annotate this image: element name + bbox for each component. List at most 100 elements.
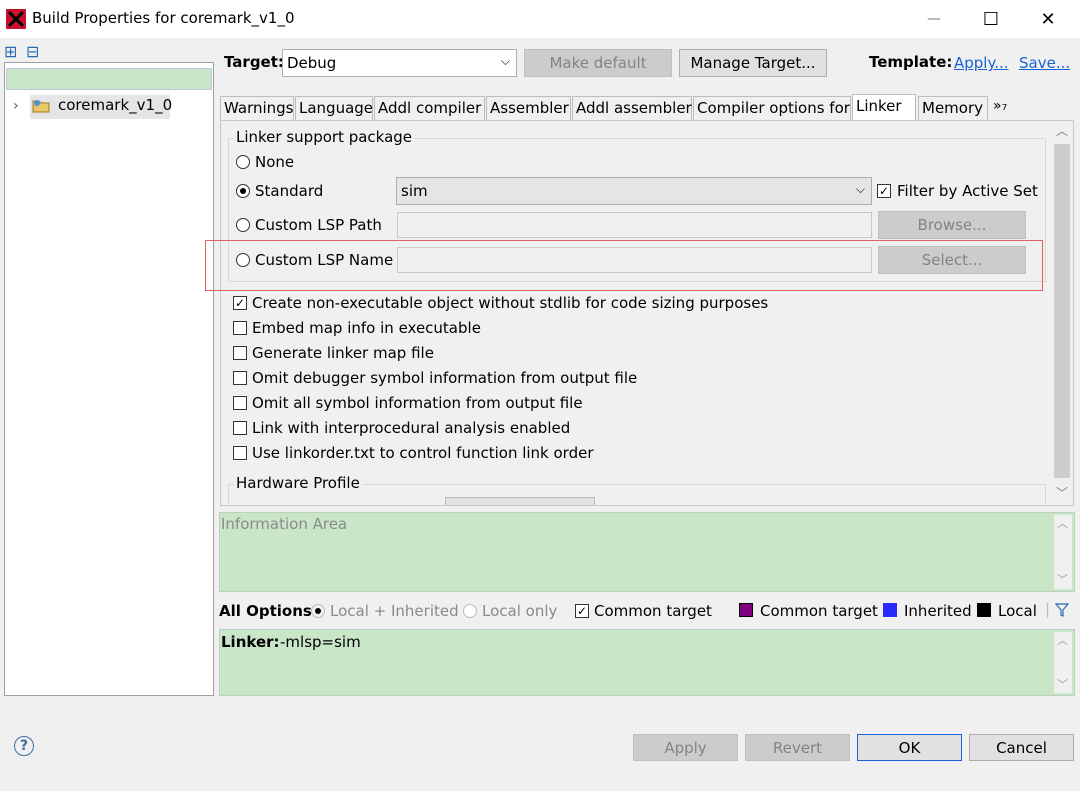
standard-label: Standard [255, 182, 324, 200]
scroll-thumb[interactable] [1054, 144, 1070, 478]
window-title: Build Properties for coremark_v1_0 [32, 9, 295, 27]
option-label: Omit all symbol information from output … [252, 394, 583, 412]
title-bar: Build Properties for coremark_v1_0 — ☐ ✕ [0, 0, 1080, 38]
filter-active-set-checkbox[interactable]: ✓ [877, 184, 891, 198]
apply-template-link[interactable]: Apply... [954, 54, 1009, 72]
option-checkbox[interactable] [233, 321, 247, 335]
manage-target-button[interactable]: Manage Target... [679, 49, 827, 77]
common-target-checkbox[interactable]: ✓ [575, 604, 589, 618]
option-label: Create non-executable object without std… [252, 294, 769, 312]
option-label: Generate linker map file [252, 344, 434, 362]
option-label: Use linkorder.txt to control function li… [252, 444, 594, 462]
command-line-area[interactable]: Linker: -mlsp=sim ︿ ﹀ [219, 629, 1075, 696]
legend-label: Local [998, 602, 1037, 620]
scroll-down-icon[interactable]: ﹀ [1056, 484, 1068, 501]
tab-compiler-options[interactable]: Compiler options for [693, 96, 851, 120]
target-label: Target: [224, 53, 284, 71]
app-logo-icon [6, 9, 26, 29]
tab-assembler[interactable]: Assembler [486, 96, 571, 120]
standard-lsp-select[interactable]: sim ⌵ [396, 177, 872, 205]
option-checkbox[interactable] [233, 346, 247, 360]
custom-path-label: Custom LSP Path [255, 216, 382, 234]
hardware-profile-title: Hardware Profile [234, 474, 362, 492]
local-only-label: Local only [482, 602, 558, 620]
cancel-button[interactable]: Cancel [969, 734, 1074, 761]
separator: | [1045, 600, 1051, 618]
tree-item-label: coremark_v1_0 [58, 96, 173, 114]
minimize-icon: — [927, 11, 941, 27]
all-options-label: All Options: [219, 602, 318, 620]
scroll-up-icon[interactable]: ︿ [1056, 122, 1068, 139]
legend-label: Common target [760, 602, 878, 620]
legend-swatch-inherited [883, 603, 897, 617]
scroll-up-icon[interactable]: ︿ [1057, 632, 1068, 648]
filter-active-set-label: Filter by Active Set [897, 182, 1038, 200]
tab-addl-compiler[interactable]: Addl compiler [374, 96, 485, 120]
help-icon[interactable]: ? [14, 736, 34, 756]
filter-icon[interactable] [1055, 603, 1069, 617]
linker-scrollbar[interactable]: ︿ ﹀ [1053, 122, 1071, 504]
make-default-button[interactable]: Make default [524, 49, 672, 77]
information-area-placeholder: Information Area [221, 515, 348, 533]
close-button[interactable]: ✕ [1020, 0, 1076, 38]
option-label: Link with interprocedural analysis enabl… [252, 419, 571, 437]
ok-button[interactable]: OK [857, 734, 962, 761]
command-line-label: Linker: [221, 633, 280, 651]
scroll-down-icon[interactable]: ﹀ [1057, 676, 1068, 692]
option-checkbox[interactable] [233, 371, 247, 385]
tab-memory[interactable]: Memory [918, 96, 988, 120]
none-label: None [255, 153, 295, 171]
collapse-all-icon[interactable]: ⊟ [26, 42, 39, 61]
close-icon: ✕ [1040, 8, 1056, 30]
highlight-box [205, 240, 1043, 291]
legend-swatch-local [977, 603, 991, 617]
target-value: Debug [287, 54, 337, 72]
maximize-button[interactable]: ☐ [963, 0, 1019, 38]
local-inherited-radio[interactable] [311, 604, 325, 618]
local-only-radio[interactable] [463, 604, 477, 618]
chevron-down-icon: ⌵ [500, 54, 510, 68]
none-radio[interactable] [236, 155, 250, 169]
option-checkbox[interactable] [233, 446, 247, 460]
local-inherited-label: Local + Inherited [330, 602, 459, 620]
command-scrollbar[interactable]: ︿ ﹀ [1054, 632, 1072, 693]
standard-radio[interactable] [236, 184, 250, 198]
custom-path-radio[interactable] [236, 218, 250, 232]
target-select[interactable]: Debug ⌵ [282, 49, 517, 77]
tab-linker[interactable]: Linker [852, 94, 916, 121]
tree-filter-input[interactable] [6, 68, 212, 90]
option-label: Embed map info in executable [252, 319, 481, 337]
scroll-up-icon[interactable]: ︿ [1057, 515, 1068, 531]
option-checkbox[interactable] [233, 421, 247, 435]
more-tabs-icon[interactable]: »₇ [993, 98, 1007, 114]
common-target-label: Common target [594, 602, 712, 620]
tab-language[interactable]: Language [295, 96, 373, 120]
chevron-right-icon[interactable]: › [13, 98, 19, 114]
maximize-icon: ☐ [982, 8, 1000, 30]
custom-path-input[interactable] [397, 212, 872, 238]
info-scrollbar[interactable]: ︿ ﹀ [1054, 515, 1072, 589]
apply-button[interactable]: Apply [633, 734, 738, 761]
standard-lsp-value: sim [401, 182, 428, 200]
browse-button[interactable]: Browse... [878, 211, 1026, 239]
tab-addl-assembler[interactable]: Addl assembler [572, 96, 692, 120]
scroll-down-icon[interactable]: ﹀ [1057, 571, 1068, 587]
command-line-value: -mlsp=sim [280, 633, 361, 651]
project-folder-icon [32, 100, 50, 113]
hardware-profile-button[interactable] [445, 497, 595, 505]
option-checkbox[interactable]: ✓ [233, 296, 247, 310]
legend-label: Inherited [904, 602, 972, 620]
option-label: Omit debugger symbol information from ou… [252, 369, 638, 387]
tab-warnings[interactable]: Warnings [220, 96, 294, 120]
legend-swatch-common [739, 603, 753, 617]
option-checkbox[interactable] [233, 396, 247, 410]
revert-button[interactable]: Revert [745, 734, 850, 761]
lsp-group-title: Linker support package [234, 128, 415, 146]
chevron-down-icon: ⌵ [855, 182, 865, 196]
project-tree[interactable] [4, 62, 214, 696]
template-label: Template: [869, 53, 953, 71]
minimize-button[interactable]: — [906, 0, 962, 38]
save-template-link[interactable]: Save... [1019, 54, 1070, 72]
expand-all-icon[interactable]: ⊞ [4, 42, 17, 61]
information-area[interactable]: Information Area ︿ ﹀ [219, 512, 1075, 592]
